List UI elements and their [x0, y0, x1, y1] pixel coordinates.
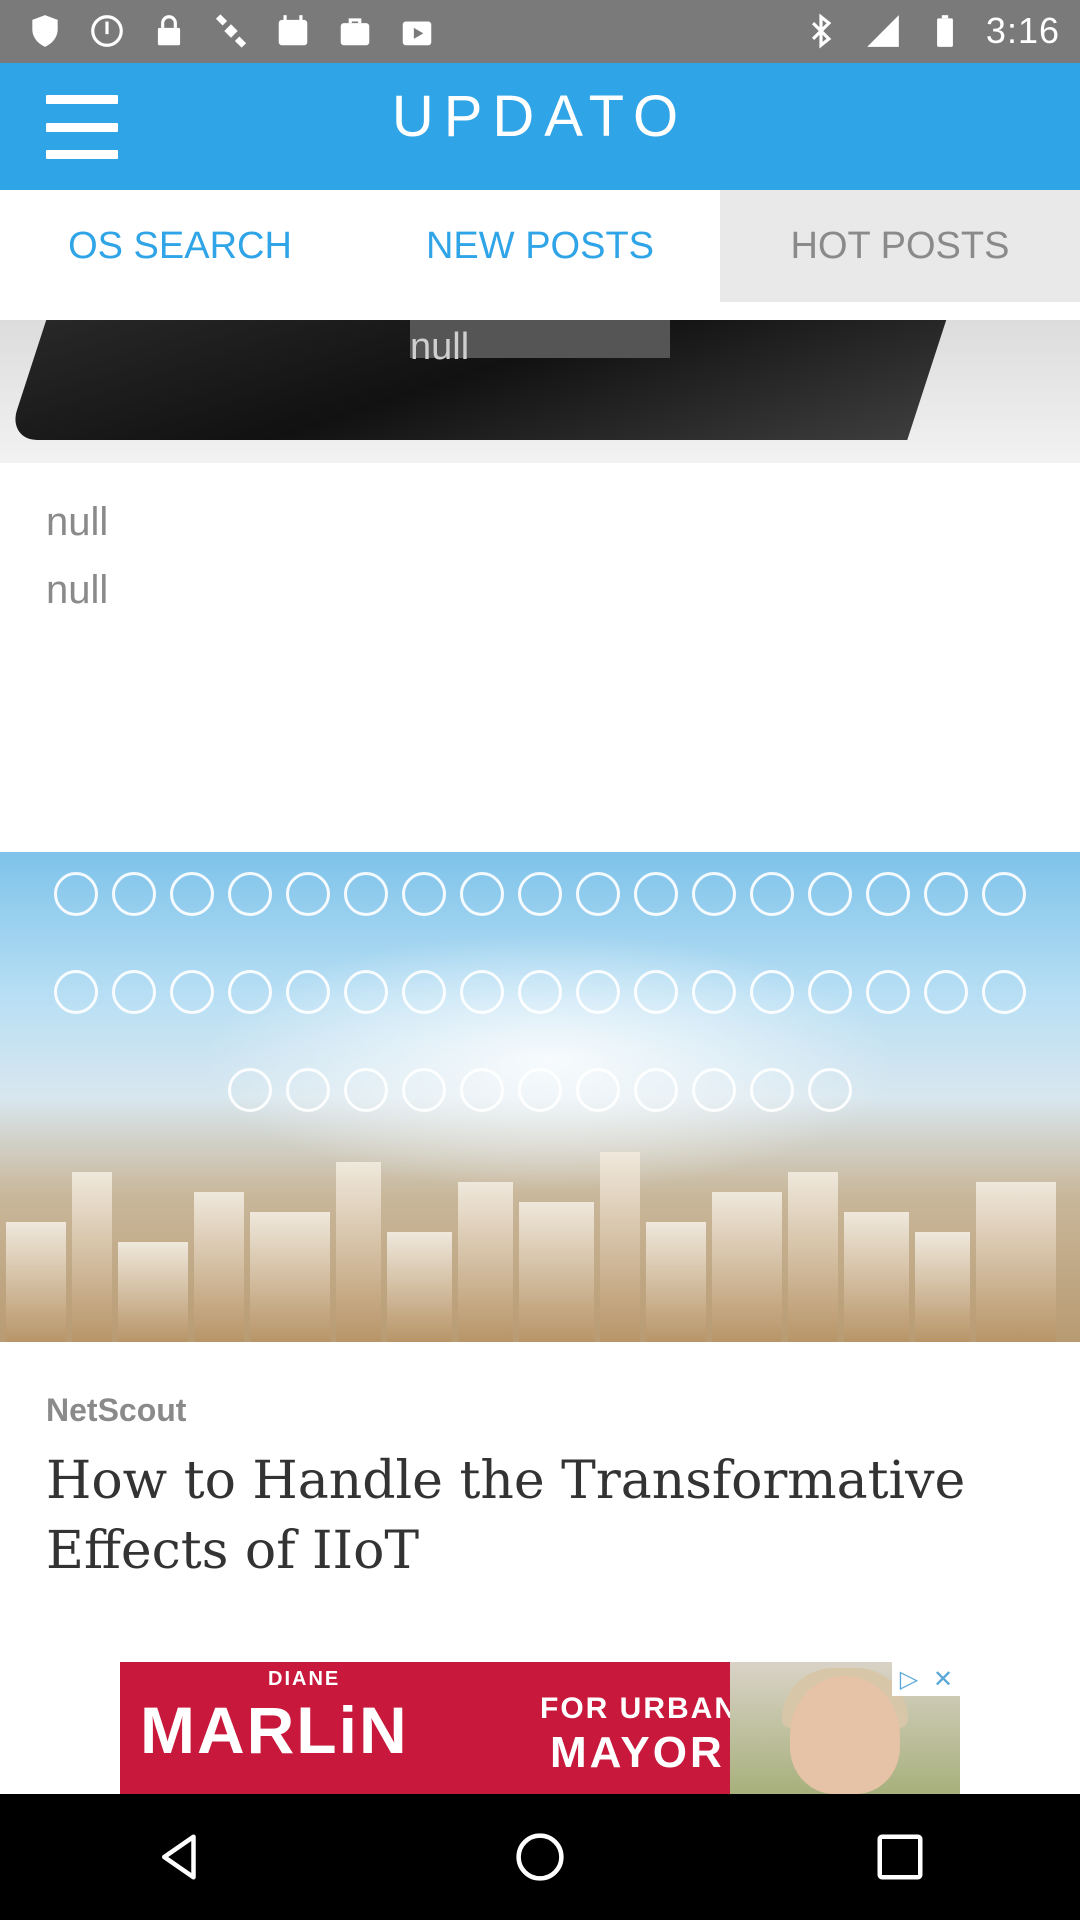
tab-bar: OS SEARCH NEW POSTS HOT POSTS [0, 190, 1080, 302]
lock-icon [148, 10, 190, 52]
post-text[interactable]: null null [46, 500, 108, 636]
calendar-icon [272, 10, 314, 52]
play-store-icon [396, 10, 438, 52]
city-graphic [0, 1132, 1080, 1342]
signal-icon [862, 10, 904, 52]
ad-for-text: FOR URBANA [540, 1692, 762, 1725]
clock: 3:16 [985, 10, 1060, 51]
bluetooth-icon [800, 10, 842, 52]
post-subtitle: null [46, 568, 109, 612]
satellite-icon [210, 10, 252, 52]
ad-info-icon[interactable]: ▷ [892, 1662, 926, 1696]
image-caption: null [410, 326, 470, 368]
bag-icon [334, 10, 376, 52]
status-bar: 3:16 [0, 0, 1080, 63]
app-bar: UPDATO [0, 63, 1080, 190]
iot-icons-graphic [40, 872, 1040, 1152]
navigation-bar [0, 1794, 1080, 1920]
system-icons: 3:16 [800, 10, 1060, 52]
ad-close-icon[interactable]: ✕ [926, 1662, 960, 1696]
article-headline[interactable]: How to Handle the Transformative Effects… [46, 1446, 1036, 1586]
tab-os-search[interactable]: OS SEARCH [0, 190, 360, 302]
ad-top-text: DIANE [268, 1668, 341, 1690]
article-source: NetScout [46, 1392, 187, 1428]
post-title: null [46, 500, 109, 544]
dnd-icon [86, 10, 128, 52]
ad-controls: ▷ ✕ [892, 1662, 960, 1696]
back-icon[interactable] [130, 1807, 230, 1907]
article-image[interactable] [0, 852, 1080, 1342]
battery-icon [924, 10, 966, 52]
recents-icon[interactable] [850, 1807, 950, 1907]
ad-name: MARLiN [140, 1693, 409, 1767]
tab-hot-posts[interactable]: HOT POSTS [720, 190, 1080, 302]
post-image[interactable]: null [0, 320, 1080, 463]
tab-new-posts[interactable]: NEW POSTS [360, 190, 720, 302]
ad-banner[interactable]: DIANE MARLiN FOR URBANA MAYOR ▷ ✕ [120, 1662, 960, 1794]
app-logo: UPDATO [391, 84, 689, 149]
ad-office: MAYOR [550, 1728, 725, 1777]
shield-icon [24, 10, 66, 52]
notification-icons [24, 10, 438, 52]
home-icon[interactable] [490, 1807, 590, 1907]
